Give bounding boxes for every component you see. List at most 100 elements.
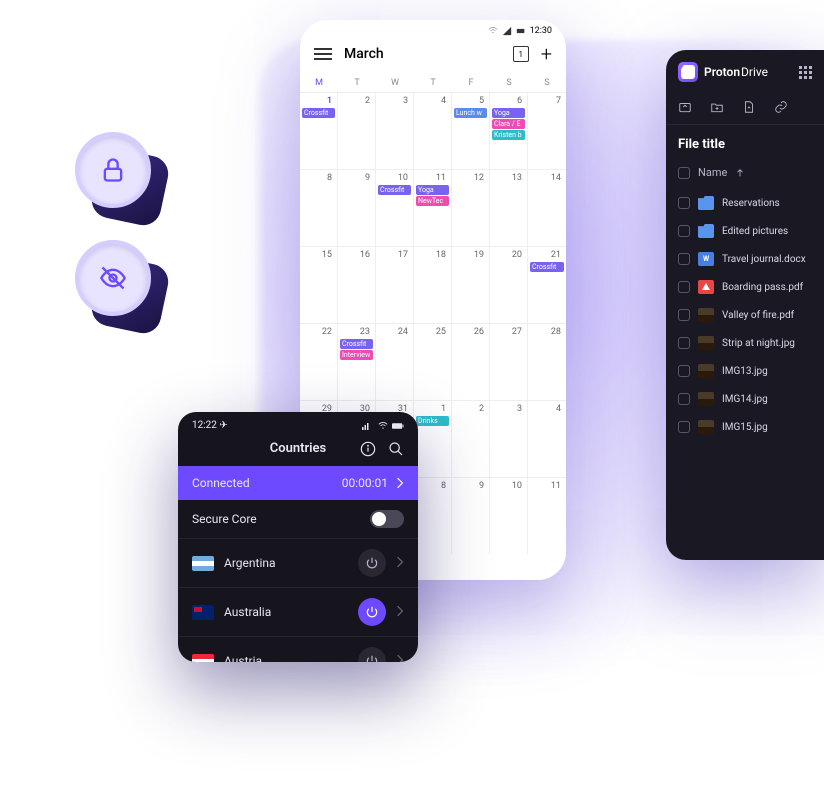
calendar-cell[interactable]: 14 [528,169,566,246]
calendar-cell[interactable]: 10Crossfit [376,169,414,246]
file-row[interactable]: Boarding pass.pdf [666,273,824,301]
calendar-event[interactable]: Yoga [416,185,449,195]
calendar-event[interactable]: Interview [340,350,373,360]
file-checkbox[interactable] [678,421,690,433]
today-button[interactable]: 1 [513,46,529,62]
calendar-cell[interactable]: 11YogaNewTec [414,169,452,246]
privacy-badge [75,240,151,316]
calendar-event[interactable]: Crossfit [530,262,564,272]
apps-grid-icon[interactable] [799,66,812,79]
country-row[interactable]: Argentina [178,539,418,588]
link-icon[interactable] [774,100,788,114]
calendar-cell[interactable]: 10 [490,477,528,554]
calendar-cell[interactable]: 22 [300,323,338,400]
calendar-cell[interactable]: 8 [414,477,452,554]
calendar-event[interactable]: NewTec [416,196,449,206]
calendar-cell[interactable]: 23CrossfitInterview [338,323,376,400]
connect-button[interactable] [358,598,386,626]
calendar-cell[interactable]: 13 [490,169,528,246]
date-number: 8 [302,172,335,184]
date-number: 25 [416,326,449,338]
calendar-event[interactable]: Yoga [492,108,525,118]
file-checkbox[interactable] [678,197,690,209]
country-row[interactable]: Austria [178,637,418,662]
calendar-cell[interactable]: 28 [528,323,566,400]
calendar-cell[interactable]: 16 [338,246,376,323]
calendar-cell[interactable]: 17 [376,246,414,323]
file-row[interactable]: Travel journal.docx [666,245,824,273]
calendar-cell[interactable]: 1Drinks [414,400,452,477]
search-icon[interactable] [388,441,404,457]
sort-asc-icon[interactable] [735,168,745,178]
calendar-cell[interactable]: 9 [338,169,376,246]
calendar-cell[interactable]: 25 [414,323,452,400]
file-checkbox[interactable] [678,337,690,349]
file-name: IMG15.jpg [722,422,768,433]
upload-file-icon[interactable] [742,100,756,114]
calendar-cell[interactable]: 12 [452,169,490,246]
menu-button[interactable] [314,48,332,60]
calendar-cell[interactable]: 8 [300,169,338,246]
new-folder-icon[interactable] [710,100,724,114]
calendar-cell[interactable]: 5Lunch w [452,92,490,169]
calendar-cell[interactable]: 3 [376,92,414,169]
date-number: 24 [378,326,411,338]
calendar-cell[interactable]: 18 [414,246,452,323]
file-row[interactable]: IMG15.jpg [666,413,824,441]
calendar-cell[interactable]: 26 [452,323,490,400]
date-number: 20 [492,249,525,261]
calendar-event[interactable]: Crossfit [302,108,335,118]
info-icon[interactable] [360,441,376,457]
calendar-event[interactable]: Crossfit [378,185,411,195]
calendar-cell[interactable]: 6YogaClara / EKristen b [490,92,528,169]
calendar-cell[interactable]: 15 [300,246,338,323]
drive-column-header[interactable]: Name [666,160,824,189]
add-event-button[interactable]: + [541,42,552,66]
file-row[interactable]: IMG14.jpg [666,385,824,413]
file-name: Valley of fire.pdf [722,310,794,321]
calendar-event[interactable]: Crossfit [340,339,373,349]
calendar-cell[interactable]: 27 [490,323,528,400]
file-checkbox[interactable] [678,309,690,321]
connection-status-row[interactable]: Connected 00:00:01 [178,466,418,500]
select-all-checkbox[interactable] [678,167,690,179]
calendar-cell[interactable]: 11 [528,477,566,554]
file-name: Boarding pass.pdf [722,282,803,293]
calendar-event[interactable]: Kristen b [492,130,525,140]
file-row[interactable]: IMG13.jpg [666,357,824,385]
connect-button[interactable] [358,549,386,577]
file-checkbox[interactable] [678,365,690,377]
calendar-event[interactable]: Clara / E [492,119,525,129]
calendar-cell[interactable]: 20 [490,246,528,323]
file-checkbox[interactable] [678,393,690,405]
file-row[interactable]: Edited pictures [666,217,824,245]
calendar-cell[interactable]: 3 [490,400,528,477]
file-checkbox[interactable] [678,253,690,265]
calendar-cell[interactable]: 24 [376,323,414,400]
calendar-cell[interactable]: 19 [452,246,490,323]
power-icon [365,556,379,570]
calendar-cell[interactable]: 21Crossfit [528,246,566,323]
calendar-cell[interactable]: 7 [528,92,566,169]
dow-label: S [528,78,566,88]
file-name: Reservations [722,198,780,209]
calendar-cell[interactable]: 4 [528,400,566,477]
secure-core-toggle[interactable] [370,510,404,528]
country-row[interactable]: Australia [178,588,418,637]
calendar-cell[interactable]: 2 [452,400,490,477]
flag-icon [192,654,214,663]
file-checkbox[interactable] [678,225,690,237]
file-row[interactable]: Valley of fire.pdf [666,301,824,329]
calendar-event[interactable]: Drinks [416,416,449,426]
calendar-event[interactable]: Lunch w [454,108,487,118]
calendar-cell[interactable]: 2 [338,92,376,169]
date-number: 26 [454,326,487,338]
file-row[interactable]: Strip at night.jpg [666,329,824,357]
calendar-cell[interactable]: 1Crossfit [300,92,338,169]
connect-button[interactable] [358,647,386,662]
file-checkbox[interactable] [678,281,690,293]
file-row[interactable]: Reservations [666,189,824,217]
calendar-cell[interactable]: 9 [452,477,490,554]
calendar-cell[interactable]: 4 [414,92,452,169]
my-files-icon[interactable] [678,100,692,114]
